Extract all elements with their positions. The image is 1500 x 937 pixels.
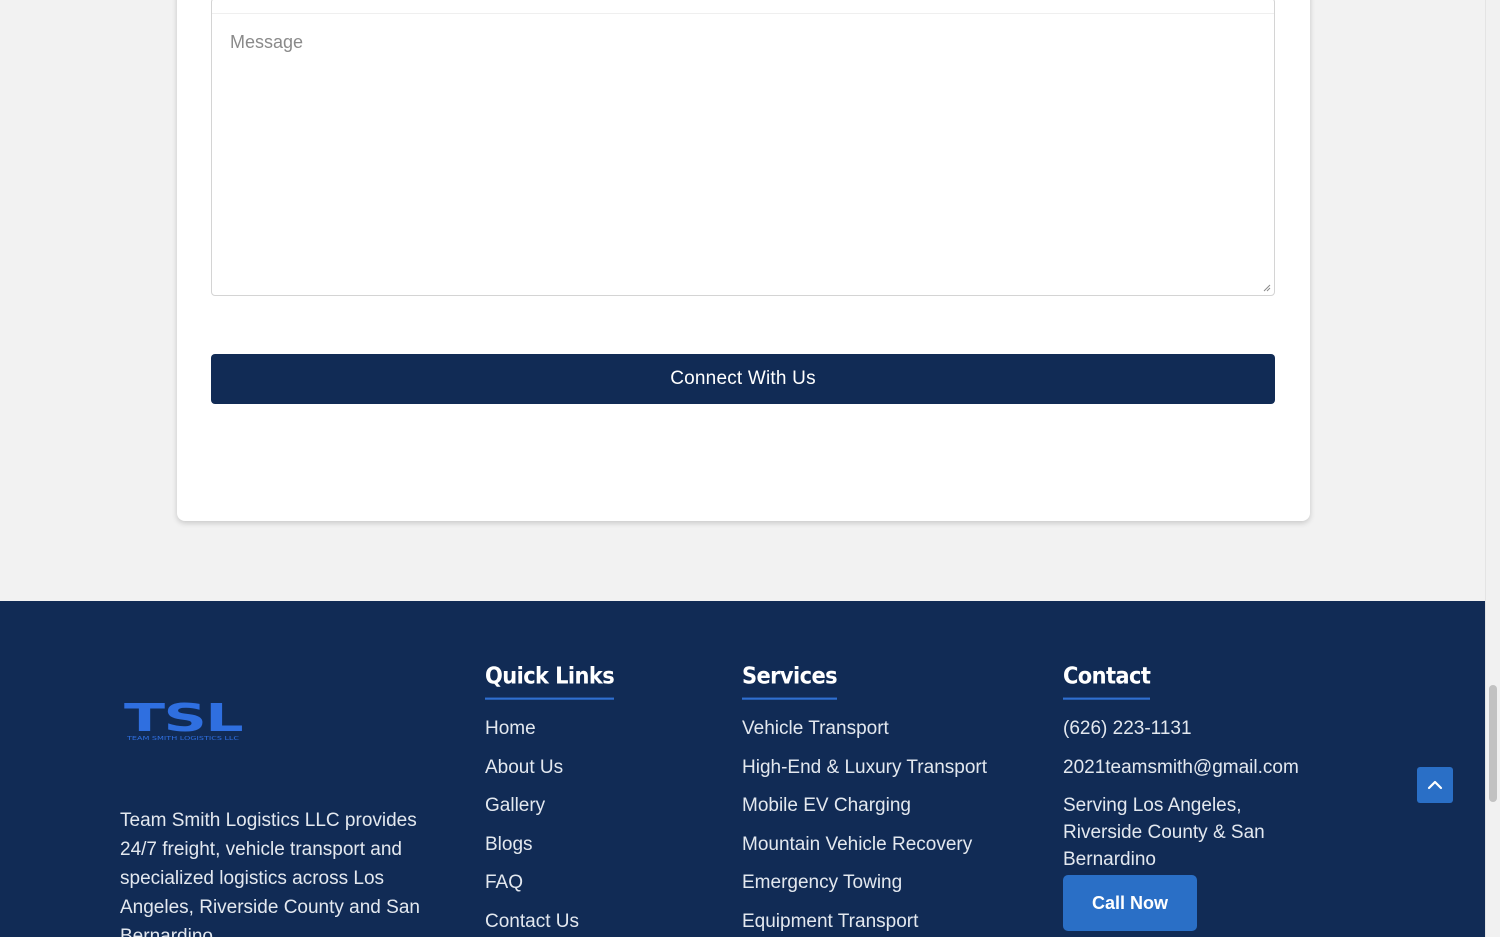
- footer-link-home[interactable]: Home: [485, 719, 614, 758]
- quick-links-list: Home About Us Gallery Blogs FAQ Contact …: [485, 719, 614, 937]
- contact-details: (626) 223-1131 2021teamsmith@gmail.com S…: [1063, 719, 1323, 873]
- tsl-logo[interactable]: TSL TEAM SMITH LOGISTICS LLC: [122, 698, 244, 746]
- contact-form-card: Message Connect With Us: [177, 0, 1310, 521]
- service-link-mountain-recovery[interactable]: Mountain Vehicle Recovery: [742, 834, 987, 874]
- service-link-equipment-transport[interactable]: Equipment Transport: [742, 911, 987, 937]
- quick-links-heading: Quick Links: [485, 663, 615, 700]
- services-heading: Services: [742, 663, 838, 700]
- footer-link-about[interactable]: About Us: [485, 757, 614, 797]
- services-list: Vehicle Transport High-End & Luxury Tran…: [742, 719, 987, 937]
- footer-link-gallery[interactable]: Gallery: [485, 796, 614, 835]
- chevron-up-icon: [1427, 780, 1443, 790]
- contact-service-area: Serving Los Angeles, Riverside County & …: [1063, 795, 1265, 870]
- page-scrollbar[interactable]: [1485, 0, 1500, 937]
- contact-heading: Contact: [1063, 663, 1151, 700]
- service-link-vehicle-transport[interactable]: Vehicle Transport: [742, 719, 987, 758]
- call-now-button[interactable]: Call Now: [1063, 875, 1197, 931]
- company-description: Team Smith Logistics LLC provides 24/7 f…: [120, 810, 420, 937]
- service-link-ev-charging[interactable]: Mobile EV Charging: [742, 796, 987, 835]
- message-textarea[interactable]: Message: [211, 0, 1275, 296]
- scroll-to-top-button[interactable]: [1417, 767, 1453, 803]
- resize-grip-icon[interactable]: [1263, 284, 1271, 292]
- contact-email[interactable]: 2021teamsmith@gmail.com: [1063, 757, 1323, 797]
- footer-link-faq[interactable]: FAQ: [485, 873, 614, 912]
- footer-link-contact[interactable]: Contact Us: [485, 911, 614, 937]
- connect-with-us-button[interactable]: Connect With Us: [211, 354, 1275, 404]
- service-link-luxury-transport[interactable]: High-End & Luxury Transport: [742, 757, 987, 797]
- quick-links-column: Quick Links Home About Us Gallery Blogs …: [485, 663, 615, 937]
- footer-link-blogs[interactable]: Blogs: [485, 834, 614, 874]
- site-footer: TSL TEAM SMITH LOGISTICS LLC Team Smith …: [0, 601, 1486, 937]
- service-link-emergency-towing[interactable]: Emergency Towing: [742, 873, 987, 912]
- contact-column: Contact (626) 223-1131 2021teamsmith@gma…: [1063, 663, 1323, 873]
- svg-text:TEAM SMITH LOGISTICS LLC: TEAM SMITH LOGISTICS LLC: [126, 736, 240, 742]
- message-placeholder: Message: [230, 32, 304, 52]
- scrollbar-thumb[interactable]: [1489, 685, 1497, 802]
- services-column: Services Vehicle Transport High-End & Lu…: [742, 663, 987, 937]
- svg-text:TSL: TSL: [124, 698, 243, 740]
- field-divider: [212, 13, 1274, 14]
- contact-phone[interactable]: (626) 223-1131: [1063, 719, 1323, 758]
